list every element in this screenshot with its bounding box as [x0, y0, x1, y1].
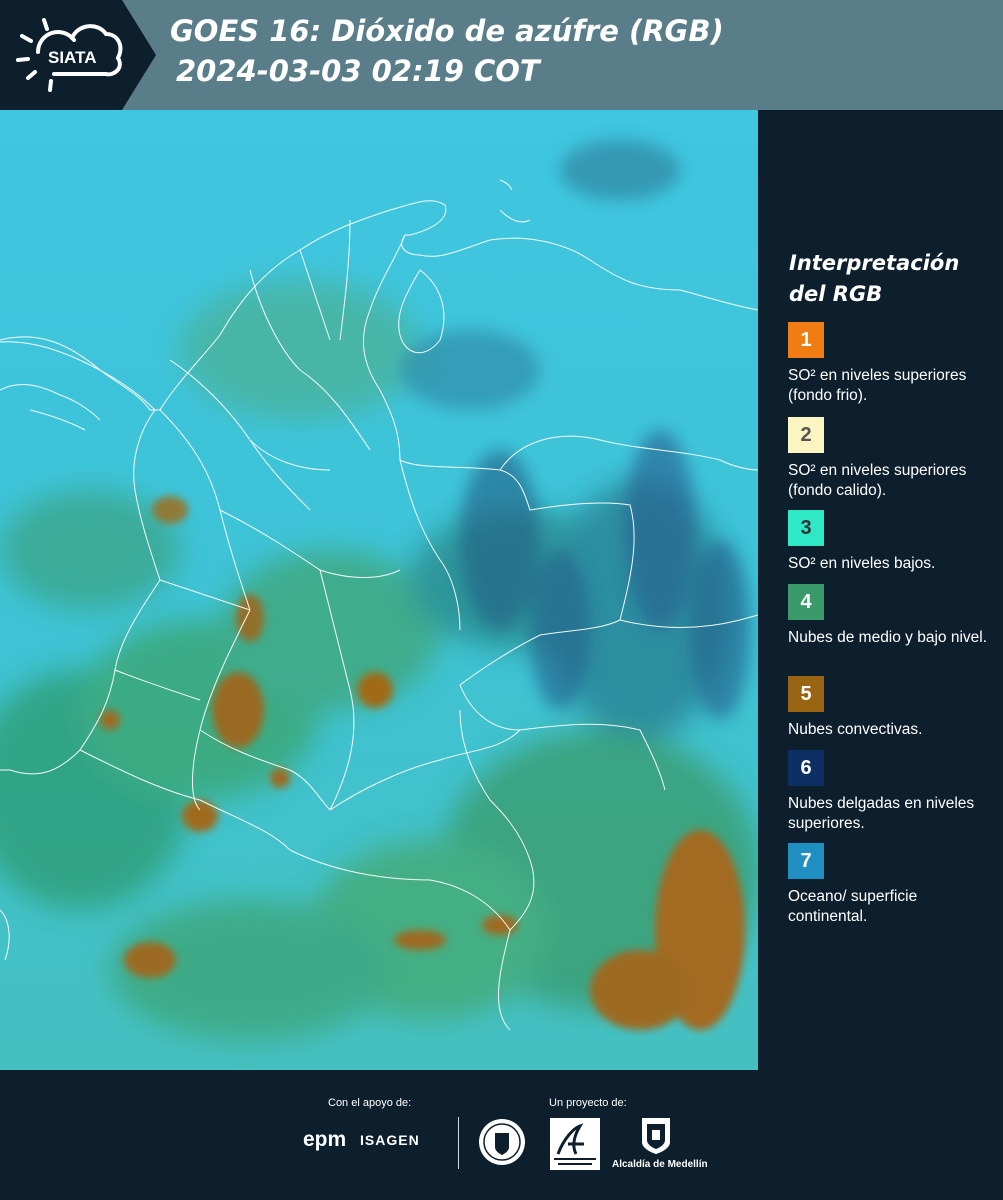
legend-item-2: 2 SO² en niveles superiores (fondo calid… — [788, 417, 993, 501]
legend-swatch: 4 — [788, 584, 824, 620]
page-title: GOES 16: Dióxido de azúfre (RGB) — [170, 14, 724, 48]
sun-cloud-icon: SIATA — [16, 18, 123, 92]
legend-swatch: 5 — [788, 676, 824, 712]
area-metropolitana-logo — [550, 1118, 600, 1170]
legend-item-6: 6 Nubes delgadas en niveles superiores. — [788, 750, 993, 834]
legend-item-5: 5 Nubes convectivas. — [788, 676, 993, 740]
rgb-satellite-image — [0, 110, 758, 1070]
header-bar: SIATA GOES 16: Dióxido de azúfre (RGB) 2… — [0, 0, 1003, 110]
svg-text:SIATA: SIATA — [48, 48, 96, 67]
support-label: Con el apoyo de: — [328, 1097, 412, 1109]
legend-label: Nubes convectivas. — [788, 721, 923, 738]
legend-label: Oceano/ superficie continental. — [788, 888, 918, 925]
legend-title: Interpretación del RGB — [789, 251, 960, 306]
legend-item-1: 1 SO² en niveles superiores (fondo frio)… — [788, 322, 993, 406]
legend-swatch: 3 — [788, 510, 824, 546]
legend-swatch: 7 — [788, 843, 824, 879]
alcaldia-shield-icon — [642, 1118, 670, 1154]
legend-label: Nubes de medio y bajo nivel. — [788, 629, 988, 646]
project-label: Un proyecto de: — [549, 1097, 627, 1109]
satellite-map — [0, 110, 758, 1070]
epm-logo: epm — [303, 1128, 347, 1151]
legend-swatch: 2 — [788, 417, 824, 453]
legend-label: SO² en niveles bajos. — [788, 555, 936, 572]
legend-swatch: 6 — [788, 750, 824, 786]
siata-logo: SIATA — [0, 0, 156, 110]
legend-item-3: 3 SO² en niveles bajos. — [788, 510, 993, 574]
legend-item-4: 4 Nubes de medio y bajo nivel. — [788, 584, 993, 648]
legend-item-7: 7 Oceano/ superficie continental. — [788, 843, 993, 927]
legend-panel: Interpretación del RGB 1 SO² en niveles … — [758, 110, 1003, 1070]
footer-divider — [458, 1117, 459, 1169]
legend-swatch: 1 — [788, 322, 824, 358]
legend-label: Nubes delgadas en niveles superiores. — [788, 795, 975, 832]
medellin-seal-icon — [479, 1119, 525, 1165]
legend-label: SO² en niveles superiores (fondo calido)… — [788, 462, 967, 499]
isagen-logo: ISAGEN — [360, 1132, 420, 1148]
timestamp: 2024-03-03 02:19 COT — [176, 54, 540, 88]
alcaldia-label: Alcaldía de Medellín — [612, 1159, 708, 1170]
legend-label: SO² en niveles superiores (fondo frio). — [788, 367, 967, 404]
footer: Con el apoyo de: Un proyecto de: epm ISA… — [0, 1070, 1003, 1200]
